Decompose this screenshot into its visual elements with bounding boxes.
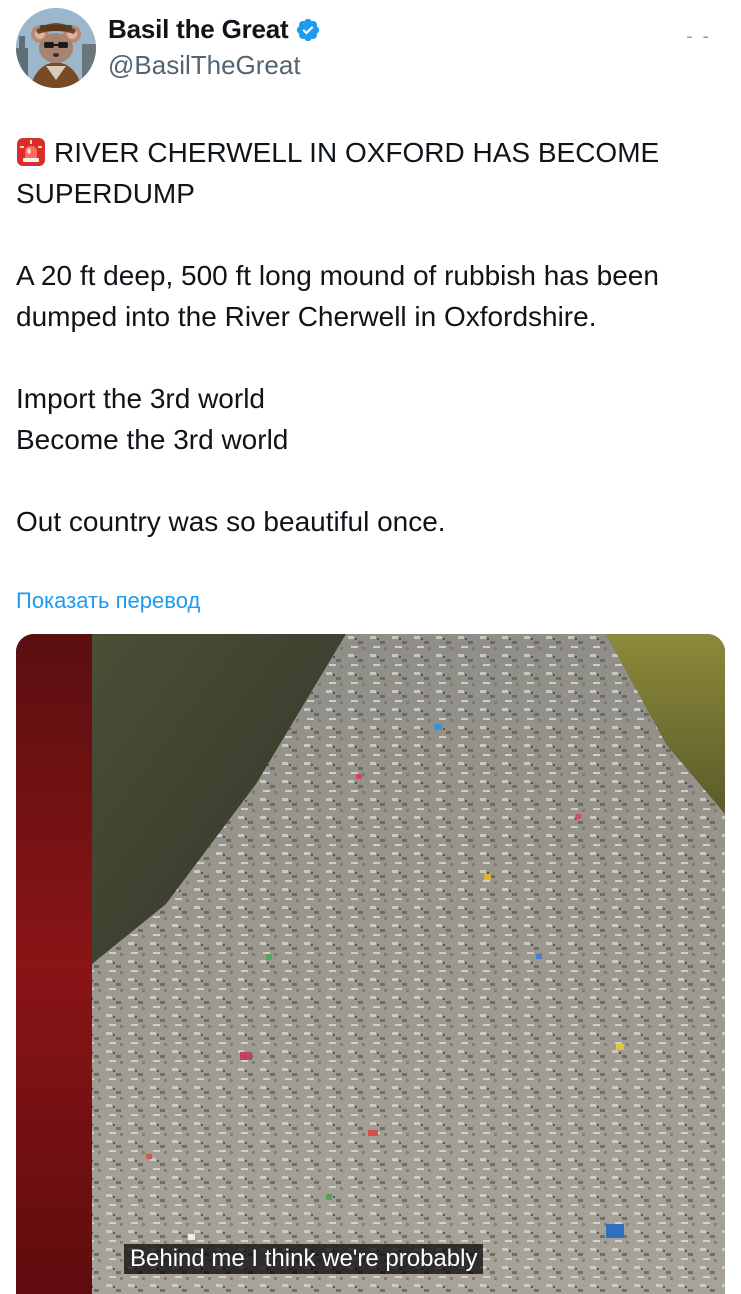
- headline-text: RIVER CHERWELL IN OXFORD HAS BECOME SUPE…: [16, 137, 660, 209]
- tweet-body: RIVER CHERWELL IN OXFORD HAS BECOME SUPE…: [16, 132, 728, 542]
- author-avatar[interactable]: [16, 8, 96, 88]
- tweet-paragraph-1: A 20 ft deep, 500 ft long mound of rubbi…: [16, 260, 659, 332]
- video-caption: Behind me I think we're probably: [124, 1244, 484, 1274]
- tweet-video[interactable]: Behind me I think we're probably: [16, 634, 725, 1294]
- tweet-paragraph-3: Out country was so beautiful once.: [16, 506, 446, 537]
- display-name[interactable]: Basil the Great: [108, 14, 289, 45]
- mouse-detective-avatar-icon: [16, 8, 96, 88]
- tweet-headline: RIVER CHERWELL IN OXFORD HAS BECOME SUPE…: [16, 132, 728, 214]
- author-handle[interactable]: @BasilTheGreat: [108, 50, 301, 81]
- display-name-row: Basil the Great: [108, 14, 321, 45]
- more-options-button[interactable]: - -: [686, 26, 711, 47]
- tweet-paragraph-2-line-1: Import the 3rd world: [16, 383, 265, 414]
- tweet-header: Basil the Great @BasilTheGreat - -: [0, 0, 741, 100]
- verified-badge-icon[interactable]: [295, 17, 321, 43]
- siren-emoji-icon: [16, 137, 46, 167]
- show-translation-link[interactable]: Показать перевод: [16, 588, 200, 614]
- tweet-paragraph-2-line-2: Become the 3rd world: [16, 424, 289, 455]
- video-frame-image: [16, 634, 725, 1294]
